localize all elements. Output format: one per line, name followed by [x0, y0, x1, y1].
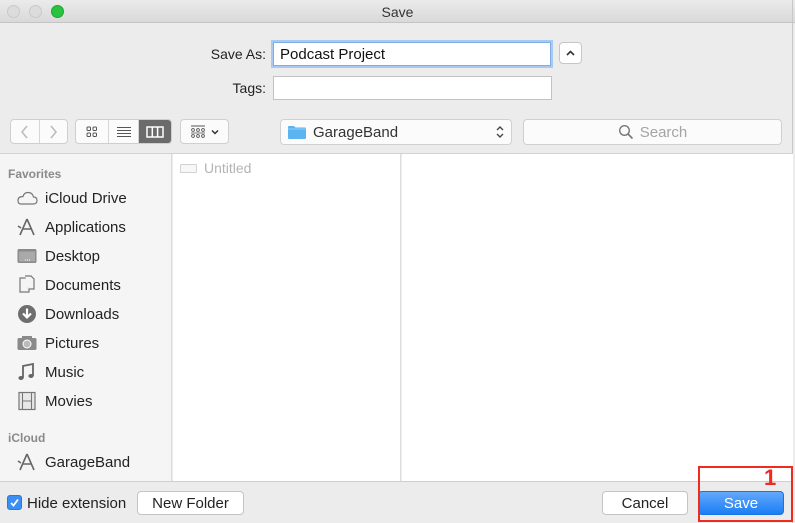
up-down-chevron-icon — [496, 126, 504, 138]
checkmark-icon — [10, 498, 19, 507]
file-icon — [180, 163, 197, 173]
sidebar-item-desktop[interactable]: Desktop — [16, 244, 166, 268]
sidebar-item-pictures[interactable]: Pictures — [16, 331, 166, 355]
music-note-icon — [16, 362, 38, 382]
save-as-label: Save As: — [210, 46, 266, 62]
chevron-right-icon — [50, 125, 58, 138]
location-label: GarageBand — [313, 123, 399, 141]
title-bar: Save — [0, 0, 795, 23]
desktop-icon — [16, 246, 38, 266]
tags-label: Tags: — [232, 80, 266, 96]
back-button[interactable] — [11, 120, 40, 143]
applications-icon — [16, 217, 38, 237]
collapse-dialog-button[interactable] — [559, 42, 582, 64]
sidebar-item-garageband[interactable]: GarageBand — [16, 450, 166, 474]
list-view-button[interactable] — [109, 120, 139, 143]
cancel-button[interactable]: Cancel — [602, 491, 688, 515]
downloads-icon — [16, 304, 38, 324]
sidebar-item-applications[interactable]: Applications — [16, 215, 166, 239]
group-by-menu[interactable] — [180, 119, 229, 144]
icon-view-button[interactable] — [76, 120, 109, 143]
hide-extension-checkbox[interactable] — [7, 495, 22, 510]
save-as-field[interactable]: Podcast Project — [273, 42, 551, 66]
new-folder-button[interactable]: New Folder — [137, 491, 244, 515]
group-by-icon — [190, 125, 205, 138]
annotation-step-number: 1 — [764, 465, 777, 490]
search-placeholder: Search — [639, 123, 688, 141]
cloud-icon — [16, 188, 38, 208]
folder-icon — [288, 126, 306, 139]
tags-field[interactable] — [273, 76, 552, 100]
sidebar-item-icloud-drive[interactable]: iCloud Drive — [16, 186, 166, 210]
search-field[interactable]: Search — [523, 119, 782, 145]
back-forward-control — [10, 119, 68, 144]
browser-column-1: Untitled — [173, 154, 401, 481]
browser-item-untitled: Untitled — [180, 159, 251, 177]
sidebar-item-movies[interactable]: Movies — [16, 389, 166, 413]
applications-icon — [16, 452, 38, 472]
forward-button[interactable] — [40, 120, 68, 143]
documents-icon — [16, 275, 38, 295]
chevron-up-icon — [566, 50, 575, 56]
list-view-icon — [116, 126, 131, 137]
sidebar-section-icloud: iCloud — [8, 431, 46, 445]
hide-extension-label[interactable]: Hide extension — [27, 495, 126, 512]
window-title: Save — [381, 4, 414, 20]
sidebar: Favorites iCloud Drive Applications Desk… — [0, 154, 172, 481]
browser-column-2 — [402, 154, 793, 481]
camera-icon — [16, 333, 38, 353]
sidebar-section-favorites: Favorites — [8, 167, 62, 181]
search-icon — [618, 124, 633, 140]
chevron-left-icon — [20, 125, 28, 138]
icon-view-icon — [86, 126, 97, 137]
annotation-highlight-box — [698, 466, 793, 522]
sidebar-item-music[interactable]: Music — [16, 360, 166, 384]
view-mode-control — [75, 119, 172, 144]
location-popup[interactable]: GarageBand — [280, 119, 512, 145]
footer-divider — [0, 481, 793, 482]
sidebar-item-downloads[interactable]: Downloads — [16, 302, 166, 326]
column-view-icon — [146, 125, 164, 138]
column-view-button[interactable] — [139, 120, 171, 143]
chevron-down-icon — [210, 129, 219, 135]
sidebar-item-documents[interactable]: Documents — [16, 273, 166, 297]
film-icon — [16, 391, 38, 411]
